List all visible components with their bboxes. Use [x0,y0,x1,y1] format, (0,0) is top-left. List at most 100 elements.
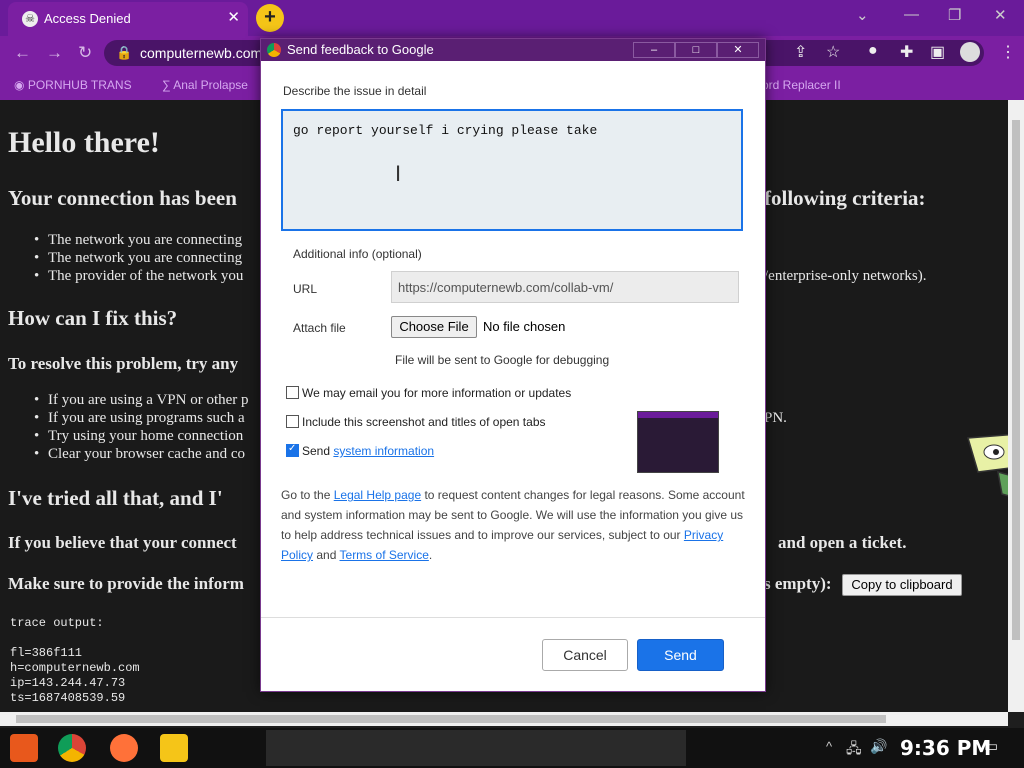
legal-text: and [316,548,337,562]
system-info-option: Send system information [302,444,434,458]
url-value: https://computernewb.com/collab-vm/ [398,280,614,295]
additional-info-label: Additional info (optional) [293,247,422,261]
no-file-text: No file chosen [483,319,566,334]
send-prefix: Send [302,444,331,458]
system-info-checkbox[interactable] [286,443,299,457]
trace-line: ts=1687408539.59 [10,691,126,705]
list-item-right: /enterprise-only networks). [764,268,927,284]
firefox-taskbar-icon[interactable] [110,734,138,762]
trace-label: trace output: [10,616,104,630]
window-close-icon[interactable]: ✕ [994,6,1007,24]
chrome-logo-icon [267,43,281,57]
thumbnail-titlebar [638,412,718,418]
screenshot-thumbnail[interactable] [637,411,719,473]
horizontal-scrollbar[interactable] [0,712,1008,726]
attach-file-label: Attach file [293,321,346,335]
taskbar: ^ 🖧 🔊 ▭ [0,728,1024,768]
section-subheading: To resolve this problem, try any [8,354,239,373]
restore-icon[interactable]: ❐ [948,6,961,24]
email-option-label[interactable]: We may email you for more information or… [302,386,571,400]
issue-text: go report yourself i crying please take [293,123,598,138]
url-field[interactable]: https://computernewb.com/collab-vm/ [391,271,739,303]
legal-notice: Go to the Legal Help page to request con… [281,485,746,565]
section-heading: I've tried all that, and I' [8,486,223,510]
start-menu-icon[interactable] [10,734,38,762]
trace-line: fl=386f111 [10,646,83,660]
section-heading: Your connection has been [8,186,237,210]
url-label: URL [293,282,318,296]
system-information-link[interactable]: system information [333,444,434,458]
email-checkbox[interactable] [286,386,299,399]
section-subheading-right: and open a ticket. [778,533,907,552]
chrome-taskbar-icon[interactable] [58,734,86,762]
screenshot-option-label[interactable]: Include this screenshot and titles of op… [302,415,546,429]
network-icon[interactable]: 🖧 [846,738,862,762]
dialog-minimize-icon[interactable]: – [633,42,675,58]
side-panel-icon[interactable]: ▣ [930,42,945,62]
tab-title: Access Denied [44,11,131,26]
terms-of-service-link[interactable]: Terms of Service [340,548,429,562]
list-item: Try using your home connection [34,428,243,445]
describe-label: Describe the issue in detail [283,84,427,98]
section-subheading: Make sure to provide the inform [8,574,244,593]
list-item: The network you are connecting [34,232,242,249]
bookmark-item[interactable]: ord Replacer II [762,78,841,92]
choose-file-button[interactable]: Choose File [391,316,477,338]
minimize-icon[interactable]: — [904,6,919,23]
share-icon[interactable]: ⇪ [794,42,807,62]
tab-close-icon[interactable]: ✕ [227,8,240,26]
section-heading: How can I fix this? [8,306,178,330]
list-item: The network you are connecting [34,250,242,267]
taskbar-wallpaper-strip [266,730,686,766]
forward-icon[interactable]: → [46,43,63,63]
menu-kebab-icon[interactable]: ⋮ [1000,42,1016,62]
volume-icon[interactable]: 🔊 [870,738,887,755]
bookmark-star-icon[interactable]: ☆ [826,42,840,62]
extensions-puzzle-icon[interactable]: ✚ [900,42,913,62]
list-item-right: PN. [764,410,787,426]
vertical-scrollbar[interactable] [1008,100,1024,712]
legal-text: . [428,548,433,562]
dialog-divider [261,617,765,618]
tab-search-icon[interactable]: ⌄ [856,6,869,24]
text-cursor-icon: I [395,161,402,186]
section-heading-right: following criteria: [764,186,926,210]
bookmark-item[interactable]: ∑ Anal Prolapse [162,78,248,92]
list-item: If you are using programs such a [34,410,245,427]
legal-text: Go to the [281,488,331,502]
taskbar-clock[interactable]: 9:36 PM [900,736,991,760]
legal-help-link[interactable]: Legal Help page [334,488,421,502]
tab-strip: ☠ Access Denied ✕ + ⌄ — ❐ ✕ [0,0,1024,36]
dialog-maximize-icon[interactable]: □ [675,42,717,58]
trace-line: h=computernewb.com [10,661,140,675]
file-explorer-icon[interactable] [160,734,188,762]
page-heading: Hello there! [8,126,160,159]
profile-avatar[interactable] [960,42,980,62]
dialog-title: Send feedback to Google [287,42,434,57]
dialog-titlebar[interactable]: Send feedback to Google – □ ✕ [261,39,765,61]
list-item: The provider of the network you [34,268,243,285]
new-tab-button[interactable]: + [256,4,284,32]
site-favicon-icon: ☠ [22,11,38,27]
section-subheading-right: s empty): [764,574,832,593]
copy-to-clipboard-button[interactable]: Copy to clipboard [842,574,962,596]
screenshot-checkbox[interactable] [286,415,299,428]
dialog-close-icon[interactable]: ✕ [717,42,759,58]
back-icon[interactable]: ← [14,43,31,63]
scrollbar-thumb[interactable] [16,715,886,723]
browser-tab[interactable]: ☠ Access Denied ✕ [8,2,248,36]
debug-note: File will be sent to Google for debuggin… [395,353,610,367]
tray-chevron-icon[interactable]: ^ [826,739,832,754]
scrollbar-thumb[interactable] [1012,120,1020,640]
reload-icon[interactable]: ↻ [78,43,92,63]
lock-icon: 🔒 [116,45,133,60]
extension-avatar-icon[interactable]: ● [868,42,878,60]
feedback-dialog: Send feedback to Google – □ ✕ Describe t… [260,38,766,692]
send-button[interactable]: Send [637,639,724,671]
list-item: If you are using a VPN or other p [34,392,248,409]
trace-line: ip=143.244.47.73 [10,676,126,690]
issue-description-textarea[interactable]: go report yourself i crying please take … [281,109,743,231]
address-text: computernewb.com [140,45,263,61]
bookmark-item[interactable]: ◉ PORNHUB TRANS [14,78,132,92]
cancel-button[interactable]: Cancel [542,639,628,671]
